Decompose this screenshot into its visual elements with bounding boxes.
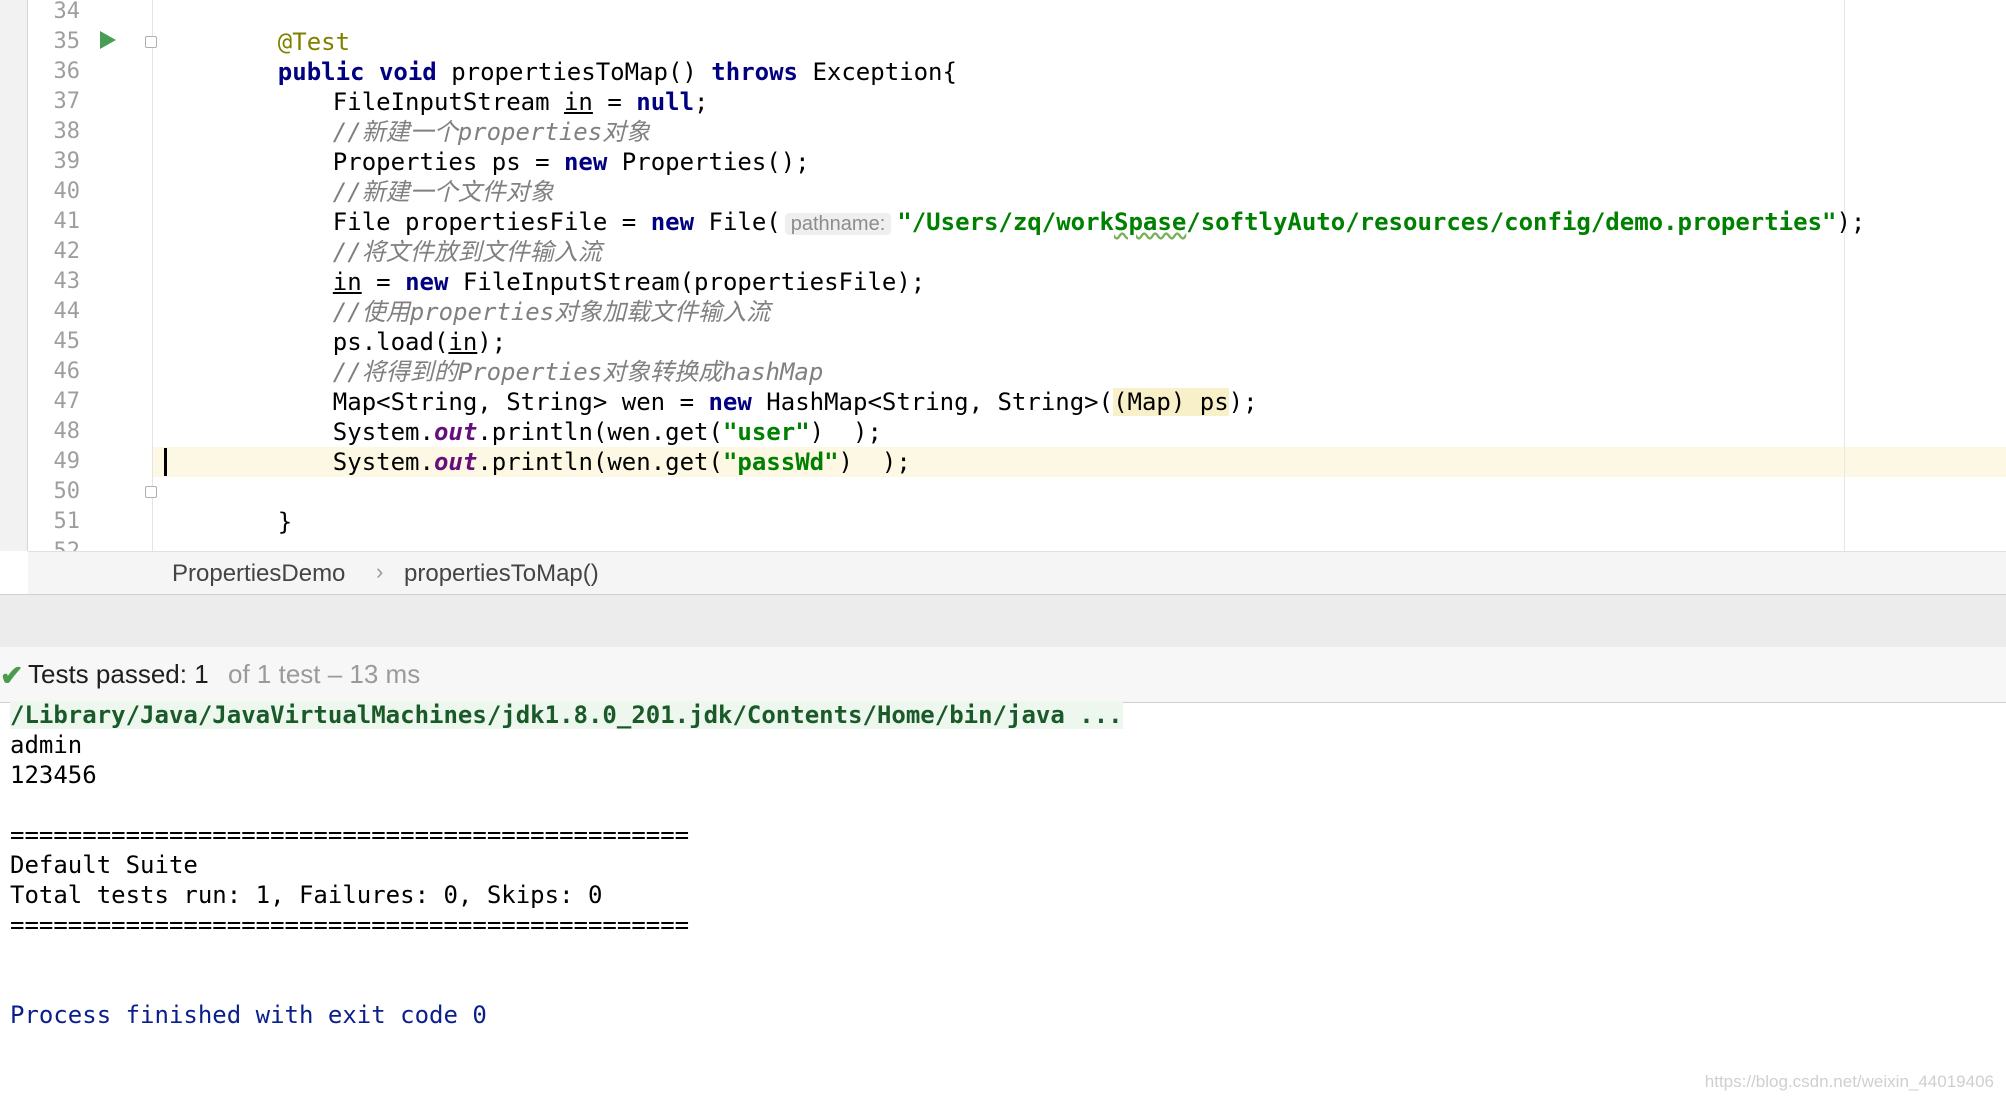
run-gutter-icon[interactable]: [100, 31, 116, 49]
panel-separator[interactable]: [0, 594, 2006, 648]
console-separator: ========================================…: [10, 911, 690, 939]
console-summary: Total tests run: 1, Failures: 0, Skips: …: [10, 881, 603, 909]
cast-highlight: (Map) ps: [1113, 388, 1229, 416]
console-process-exit: Process finished with exit code 0: [10, 1001, 487, 1029]
line-number: 36: [53, 59, 81, 84]
code-text: Properties();: [607, 148, 810, 176]
string-literal: "/Users/zq/work: [897, 208, 1115, 236]
code-text: );: [1228, 388, 1258, 416]
fold-icon[interactable]: [145, 486, 157, 498]
line-number: 40: [53, 179, 81, 204]
breadcrumb: PropertiesDemo › propertiesToMap(): [28, 551, 2006, 595]
keyword: new: [650, 208, 695, 236]
run-console[interactable]: /Library/Java/JavaVirtualMachines/jdk1.8…: [0, 700, 2006, 1100]
chevron-right-icon: ›: [376, 559, 384, 584]
console-separator: ========================================…: [10, 821, 690, 849]
line-number: 46: [53, 359, 81, 384]
line-number: 41: [53, 209, 81, 234]
code-text: ;: [694, 88, 709, 116]
tests-passed-label: Tests passed: 1: [28, 659, 209, 689]
code-text: ) );: [838, 448, 911, 476]
line-number-current: 49: [53, 449, 81, 474]
string-literal: "passWd": [722, 448, 839, 476]
line-number: 42: [53, 239, 81, 264]
tests-detail-label: of 1 test – 13 ms: [228, 659, 421, 689]
line-number: 38: [53, 119, 81, 144]
test-status-bar: ✔ Tests passed: 1 of 1 test – 13 ms: [0, 647, 2006, 703]
keyword: new: [563, 148, 608, 176]
line-number: 39: [53, 149, 81, 174]
breadcrumb-class[interactable]: PropertiesDemo: [172, 560, 345, 588]
line-number: 48: [53, 419, 81, 444]
line-number: 47: [53, 389, 81, 414]
code-text: .println(wen.get(: [477, 448, 723, 476]
console-output: admin: [10, 731, 83, 759]
text-caret: [164, 448, 167, 476]
console-output: 123456: [10, 761, 97, 789]
tool-window-strip: [0, 0, 28, 551]
line-number: 43: [53, 269, 81, 294]
parameter-hint: pathname:: [784, 213, 892, 235]
line-number: 44: [53, 299, 81, 324]
string-literal: /softlyAuto/resources/config/demo.proper…: [1186, 208, 1837, 236]
line-number: 52: [30, 537, 81, 551]
line-number: 35: [53, 29, 81, 54]
code-line-48: System.out.println(wen.get("passWd") );: [275, 417, 911, 507]
line-number: 37: [53, 89, 81, 114]
line-number: 50: [53, 479, 81, 504]
keyword: throws: [711, 58, 798, 86]
code-text: Exception{: [798, 58, 957, 86]
code-text: File(: [694, 208, 781, 236]
line-number: 34: [53, 0, 81, 24]
console-line: /Library/Java/JavaVirtualMachines/jdk1.8…: [10, 700, 1123, 730]
fold-icon[interactable]: [145, 36, 157, 48]
console-suite-name: Default Suite: [10, 851, 198, 879]
typo-highlight: Spase: [1114, 208, 1187, 236]
breadcrumb-method[interactable]: propertiesToMap(): [404, 560, 599, 588]
watermark: https://blog.csdn.net/weixin_44019406: [1704, 1072, 1994, 1091]
check-icon: ✔: [0, 660, 24, 691]
line-number: 45: [53, 329, 81, 354]
line-number: 51: [53, 509, 81, 534]
java-command[interactable]: /Library/Java/JavaVirtualMachines/jdk1.8…: [10, 701, 1123, 729]
code-editor[interactable]: 34 35 36 37 38 39 40 41 42 43 44 45 46 4…: [0, 0, 2006, 551]
closing-brace: }: [277, 508, 293, 536]
code-text: System.: [332, 448, 434, 476]
code-line-50: }: [220, 477, 292, 551]
static-field: out: [433, 448, 478, 476]
right-margin-guide: [1844, 0, 1845, 551]
code-text: );: [1836, 208, 1866, 236]
